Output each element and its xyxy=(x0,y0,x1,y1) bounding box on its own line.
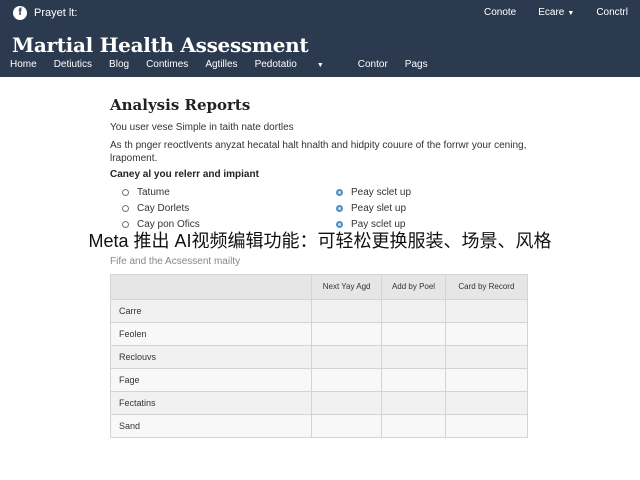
table-cell[interactable] xyxy=(444,414,529,438)
table-header-next-yay-agd: Next Yay Agd xyxy=(310,274,383,300)
table-cell[interactable] xyxy=(310,391,383,415)
table-cell[interactable] xyxy=(444,368,529,392)
table-header-add-by-poel: Add by Poel xyxy=(381,274,446,300)
table-row: Sand xyxy=(110,414,529,438)
nav-item-blog[interactable]: Blog xyxy=(109,59,129,70)
chevron-down-icon: ▼ xyxy=(567,10,575,17)
top-link-conctrl[interactable]: Conctrl xyxy=(596,6,628,21)
table-row: Fage xyxy=(110,368,529,392)
option-peay-slet-up[interactable]: Peay slet up xyxy=(336,203,406,214)
table-row: Reclouvs xyxy=(110,345,529,369)
table-cell[interactable] xyxy=(381,299,446,323)
options-heading: Caney al you relerr and impiant xyxy=(110,169,259,180)
overlay-caption: Meta 推出 AI视频编辑功能：可轻松更换服装、场景、风格 xyxy=(0,229,640,253)
table-cell[interactable] xyxy=(381,345,446,369)
table-cell[interactable] xyxy=(310,299,383,323)
table-cell[interactable] xyxy=(381,322,446,346)
nav-item-home[interactable]: Home xyxy=(10,59,37,70)
table-row: Fectatins xyxy=(110,391,529,415)
nav-item-contor[interactable]: Contor xyxy=(358,59,388,70)
table-row-label: Fectatins xyxy=(110,391,312,415)
nav-item-pags[interactable]: Pags xyxy=(405,59,428,70)
option-tatume[interactable]: Tatume xyxy=(122,187,170,198)
table-row-label: Reclouvs xyxy=(110,345,312,369)
radio-selected[interactable] xyxy=(336,189,343,196)
table-cell[interactable] xyxy=(381,414,446,438)
table-cell[interactable] xyxy=(310,345,383,369)
table-header-row: Next Yay Agd Add by Poel Card by Record xyxy=(110,274,529,300)
table-row-label: Fage xyxy=(110,368,312,392)
radio-unselected[interactable] xyxy=(122,221,129,228)
radio-unselected[interactable] xyxy=(122,189,129,196)
radio-unselected[interactable] xyxy=(122,205,129,212)
table-row-label: Carre xyxy=(110,299,312,323)
option-label: Tatume xyxy=(137,187,170,198)
page-title: Analysis Reports xyxy=(110,96,251,114)
option-cay-dorlets[interactable]: Cay Dorlets xyxy=(122,203,189,214)
top-link-ecare-label: Ecare xyxy=(538,7,565,18)
top-link-ecare[interactable]: Ecare ▼ xyxy=(538,6,574,21)
nav-item-agtilles[interactable]: Agtilles xyxy=(205,59,237,70)
logo-icon[interactable]: f xyxy=(13,6,27,20)
description-text: As th pnger reoctlvents anyzat hecatal h… xyxy=(110,140,527,164)
table-cell[interactable] xyxy=(310,368,383,392)
table-title: Fife and the Acsessent mailty xyxy=(110,256,241,267)
table-cell[interactable] xyxy=(310,414,383,438)
top-links: Conote Ecare ▼ Conctrl xyxy=(484,6,628,21)
nav-item-contimes[interactable]: Contimes xyxy=(146,59,188,70)
table-header-blank xyxy=(110,274,312,300)
radio-selected[interactable] xyxy=(336,205,343,212)
top-bar: f Prayet lt: Conote Ecare ▼ Conctrl xyxy=(0,0,640,26)
site-title[interactable]: Martial Health Assessment xyxy=(12,33,309,57)
table-header-card-by-record: Card by Record xyxy=(444,274,529,300)
table-row: Feolen xyxy=(110,322,529,346)
top-link-conote[interactable]: Conote xyxy=(484,6,516,21)
radio-selected[interactable] xyxy=(336,221,343,228)
main-nav: Home Detiutics Blog Contimes Agtilles Pe… xyxy=(10,59,445,70)
nav-item-detiutics[interactable]: Detiutics xyxy=(54,59,92,70)
table-cell[interactable] xyxy=(444,322,529,346)
intro-text: You user vese Simple in taith nate dortl… xyxy=(110,122,294,133)
table-row: Carre xyxy=(110,299,529,323)
table-row-label: Feolen xyxy=(110,322,312,346)
table-cell[interactable] xyxy=(444,299,529,323)
table-cell[interactable] xyxy=(381,391,446,415)
nav-item-pedotatio-label: Pedotatio xyxy=(254,59,297,70)
option-label: Cay Dorlets xyxy=(137,203,190,214)
chevron-down-icon: ▼ xyxy=(316,62,324,69)
option-label: Peay slet up xyxy=(351,203,407,214)
project-label[interactable]: Prayet lt: xyxy=(34,6,77,20)
table-cell[interactable] xyxy=(381,368,446,392)
site-header: f Prayet lt: Conote Ecare ▼ Conctrl Marti… xyxy=(0,0,640,77)
option-peay-sclet-up[interactable]: Peay sclet up xyxy=(336,187,411,198)
table-cell[interactable] xyxy=(444,345,529,369)
table-cell[interactable] xyxy=(444,391,529,415)
assessment-table: Next Yay Agd Add by Poel Card by Record … xyxy=(110,274,529,438)
table-row-label: Sand xyxy=(110,414,312,438)
nav-item-pedotatio[interactable]: Pedotatio ▼ xyxy=(255,59,341,70)
option-label: Peay sclet up xyxy=(351,187,412,198)
table-cell[interactable] xyxy=(310,322,383,346)
